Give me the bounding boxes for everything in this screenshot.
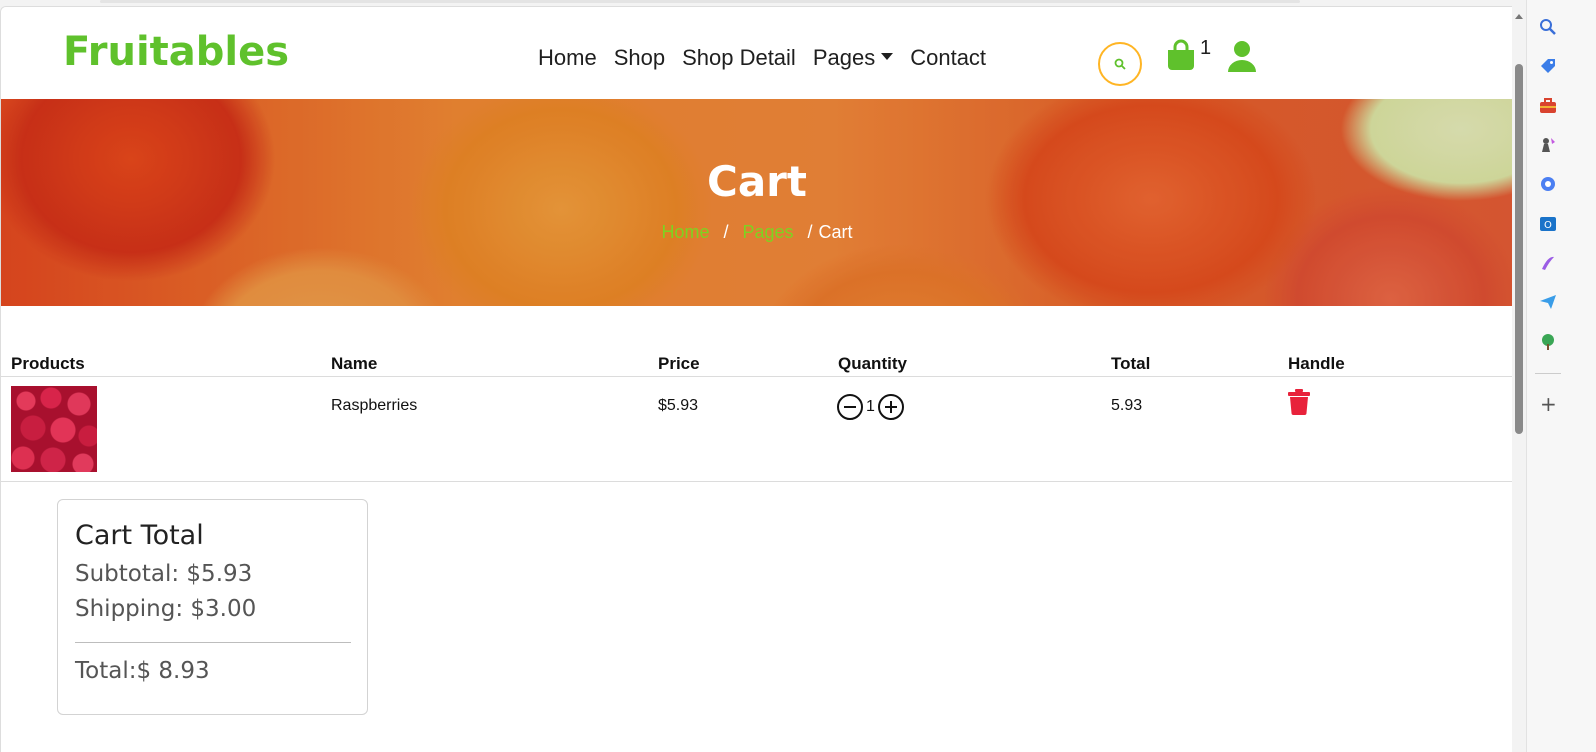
cart-button[interactable] <box>1166 39 1196 75</box>
browser-sidebar: O + <box>1526 0 1596 752</box>
add-icon[interactable]: + <box>1540 394 1557 414</box>
header-name: Name <box>331 354 378 373</box>
product-price: $5.93 <box>658 397 699 414</box>
scroll-up-icon[interactable] <box>1515 14 1523 19</box>
trash-icon <box>1288 389 1310 415</box>
cart-total-title: Cart Total <box>75 520 204 551</box>
nav-shop-detail[interactable]: Shop Detail <box>682 45 796 71</box>
breadcrumb-separator: / <box>723 222 729 242</box>
user-account-button[interactable] <box>1227 40 1257 76</box>
designer-icon[interactable] <box>1539 254 1557 272</box>
send-icon[interactable] <box>1539 293 1557 311</box>
breadcrumb: Home / Pages / Cart <box>1 222 1512 243</box>
page-header-banner: Cart Home / Pages / Cart <box>1 99 1512 306</box>
nav-contact[interactable]: Contact <box>910 45 986 71</box>
grand-total-text: Total:$ 8.93 <box>75 658 210 684</box>
minus-icon <box>844 406 856 408</box>
tag-icon[interactable] <box>1539 57 1557 75</box>
search-button[interactable] <box>1098 42 1142 86</box>
nav-pages[interactable]: Pages <box>812 45 894 71</box>
shipping-text: Shipping: $3.00 <box>75 596 257 622</box>
nav-pages-label: Pages <box>812 45 876 70</box>
address-bar-edge <box>100 0 1300 3</box>
remove-item-button[interactable] <box>1288 389 1310 419</box>
scrollbar-thumb[interactable] <box>1515 64 1523 434</box>
page-scrollbar[interactable] <box>1512 6 1526 752</box>
breadcrumb-home[interactable]: Home <box>661 222 709 242</box>
plus-icon-vertical <box>889 401 892 413</box>
main-nav: Home Shop Shop Detail Pages Contact <box>538 45 1003 71</box>
product-name: Raspberries <box>331 397 418 414</box>
search-icon <box>1114 58 1126 70</box>
breadcrumb-current: Cart <box>818 222 853 242</box>
page-viewport: Fruitables Home Shop Shop Detail Pages C… <box>0 6 1512 752</box>
header-products: Products <box>11 354 85 373</box>
nav-home[interactable]: Home <box>538 45 597 71</box>
decrease-quantity-button[interactable] <box>837 394 863 420</box>
page-title: Cart <box>707 157 807 206</box>
subtotal-text: Subtotal: $5.93 <box>75 561 253 587</box>
row-divider <box>1 481 1512 482</box>
brand-logo[interactable]: Fruitables <box>63 29 289 75</box>
toolbox-icon[interactable] <box>1539 97 1557 115</box>
increase-quantity-button[interactable] <box>877 394 904 420</box>
quantity-stepper: 1 <box>837 394 904 420</box>
quantity-value[interactable]: 1 <box>866 398 875 416</box>
header-quantity: Quantity <box>838 354 907 373</box>
search-icon[interactable] <box>1539 18 1557 36</box>
caret-down-icon <box>881 52 894 60</box>
totals-divider <box>75 642 351 643</box>
copilot-icon[interactable] <box>1539 175 1557 193</box>
user-icon <box>1228 41 1256 72</box>
header-handle: Handle <box>1288 354 1345 373</box>
shopping-bag-icon <box>1168 39 1194 70</box>
header-price: Price <box>658 354 700 373</box>
navbar: Fruitables Home Shop Shop Detail Pages C… <box>1 7 1512 99</box>
breadcrumb-separator: / <box>807 222 813 242</box>
cart-total-card: Cart Total Subtotal: $5.93 Shipping: $3.… <box>57 499 368 715</box>
sidebar-divider <box>1535 373 1561 374</box>
header-total: Total <box>1111 354 1151 373</box>
tree-icon[interactable] <box>1539 333 1557 351</box>
chess-icon[interactable] <box>1539 136 1557 154</box>
header-divider <box>1 376 1512 377</box>
svg-text:O: O <box>1544 220 1552 231</box>
breadcrumb-pages[interactable]: Pages <box>742 222 793 242</box>
raspberries-image <box>11 386 97 472</box>
nav-shop[interactable]: Shop <box>614 45 665 71</box>
outlook-icon[interactable]: O <box>1539 215 1557 233</box>
cart-count-badge: 1 <box>1200 37 1212 59</box>
product-total: 5.93 <box>1111 397 1143 414</box>
